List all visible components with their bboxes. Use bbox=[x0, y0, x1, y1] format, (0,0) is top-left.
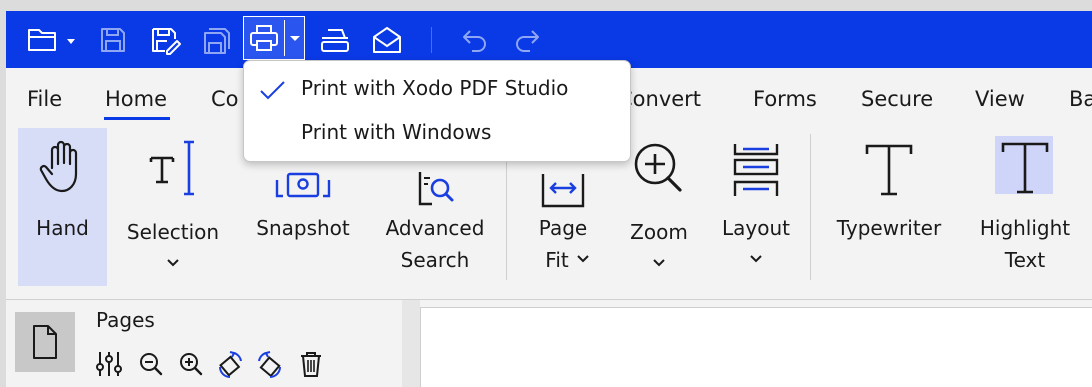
settings-sliders-icon[interactable] bbox=[94, 349, 124, 379]
print-dropdown-menu: Print with Xodo PDF Studio Print with Wi… bbox=[243, 60, 631, 162]
save-edit-icon bbox=[152, 27, 181, 55]
advanced-search-label-line2: Search bbox=[400, 248, 470, 272]
selection-tool-button[interactable]: Selection bbox=[118, 128, 228, 286]
folder-icon bbox=[28, 28, 75, 51]
print-with-windows-item[interactable]: Print with Windows bbox=[244, 111, 630, 155]
document-view[interactable] bbox=[420, 307, 1092, 387]
hand-icon bbox=[39, 140, 77, 193]
print-with-xodo-item[interactable]: Print with Xodo PDF Studio bbox=[244, 67, 630, 111]
layout-button[interactable]: Layout bbox=[711, 128, 801, 286]
layout-icon bbox=[733, 144, 779, 196]
tab-batch[interactable]: Ba bbox=[1069, 87, 1092, 111]
camera-icon bbox=[275, 172, 331, 198]
tab-secure[interactable]: Secure bbox=[861, 87, 933, 111]
layout-label: Layout bbox=[722, 216, 790, 240]
toolbar-divider bbox=[431, 27, 432, 53]
trash-icon[interactable] bbox=[296, 349, 326, 379]
zoom-out-icon[interactable] bbox=[136, 349, 166, 379]
print-with-xodo-label: Print with Xodo PDF Studio bbox=[301, 76, 569, 100]
highlight-text-button[interactable]: Highlight Text bbox=[966, 128, 1084, 286]
zoom-in-icon bbox=[634, 143, 682, 192]
redo-icon bbox=[516, 29, 539, 52]
document-search-icon bbox=[418, 172, 454, 206]
tab-view[interactable]: View bbox=[975, 87, 1025, 111]
page-fit-label-line1: Page bbox=[538, 216, 588, 240]
save-all-icon bbox=[204, 27, 230, 54]
active-tab-indicator bbox=[104, 117, 170, 120]
rotate-right-icon[interactable] bbox=[254, 349, 286, 381]
print-dropdown-toggle[interactable] bbox=[285, 17, 304, 58]
open-folder-button[interactable] bbox=[22, 11, 80, 68]
print-button[interactable] bbox=[244, 17, 284, 58]
hand-label: Hand bbox=[36, 216, 89, 240]
chevron-down-icon bbox=[167, 259, 179, 267]
pages-panel-tab[interactable] bbox=[15, 312, 75, 372]
tab-file[interactable]: File bbox=[27, 87, 62, 111]
print-with-windows-label: Print with Windows bbox=[301, 120, 492, 144]
typewriter-t-icon bbox=[865, 144, 913, 196]
page-fit-icon bbox=[541, 174, 585, 208]
save-all-button[interactable] bbox=[198, 11, 236, 68]
scanner-icon bbox=[321, 28, 349, 52]
snapshot-label: Snapshot bbox=[256, 216, 350, 240]
chevron-down-icon bbox=[577, 255, 589, 263]
page-fit-label-line2: Fit bbox=[545, 248, 569, 272]
panel-splitter[interactable] bbox=[402, 300, 420, 387]
tab-home[interactable]: Home bbox=[105, 87, 167, 111]
chevron-down-icon bbox=[750, 255, 762, 263]
highlight-text-label-line1: Highlight bbox=[979, 216, 1071, 240]
advanced-search-label-line1: Advanced bbox=[385, 216, 485, 240]
undo-icon bbox=[463, 29, 486, 52]
chevron-down-icon bbox=[653, 259, 665, 267]
save-button[interactable] bbox=[94, 11, 132, 68]
selection-label: Selection bbox=[126, 220, 220, 244]
typewriter-button[interactable]: Typewriter bbox=[826, 128, 952, 286]
pages-panel-title: Pages bbox=[96, 308, 155, 332]
tab-comment[interactable]: Co bbox=[211, 87, 239, 111]
printer-icon bbox=[250, 24, 278, 51]
typewriter-label: Typewriter bbox=[836, 216, 942, 240]
envelope-icon bbox=[373, 26, 401, 53]
caret-down-icon bbox=[289, 35, 300, 41]
zoom-in-icon[interactable] bbox=[176, 349, 206, 379]
text-cursor-icon bbox=[149, 140, 194, 196]
save-icon bbox=[101, 27, 125, 52]
rotate-left-icon[interactable] bbox=[214, 349, 246, 381]
ribbon-divider bbox=[810, 134, 811, 280]
zoom-label: Zoom bbox=[630, 220, 688, 244]
highlight-t-icon bbox=[1001, 142, 1049, 194]
checkmark-icon bbox=[260, 81, 285, 100]
page-icon bbox=[33, 325, 57, 359]
tab-forms[interactable]: Forms bbox=[753, 87, 817, 111]
print-split-button[interactable] bbox=[243, 16, 305, 60]
highlight-text-label-line2: Text bbox=[1004, 248, 1046, 272]
hand-tool-button[interactable]: Hand bbox=[18, 128, 107, 286]
save-as-button[interactable] bbox=[146, 11, 184, 68]
